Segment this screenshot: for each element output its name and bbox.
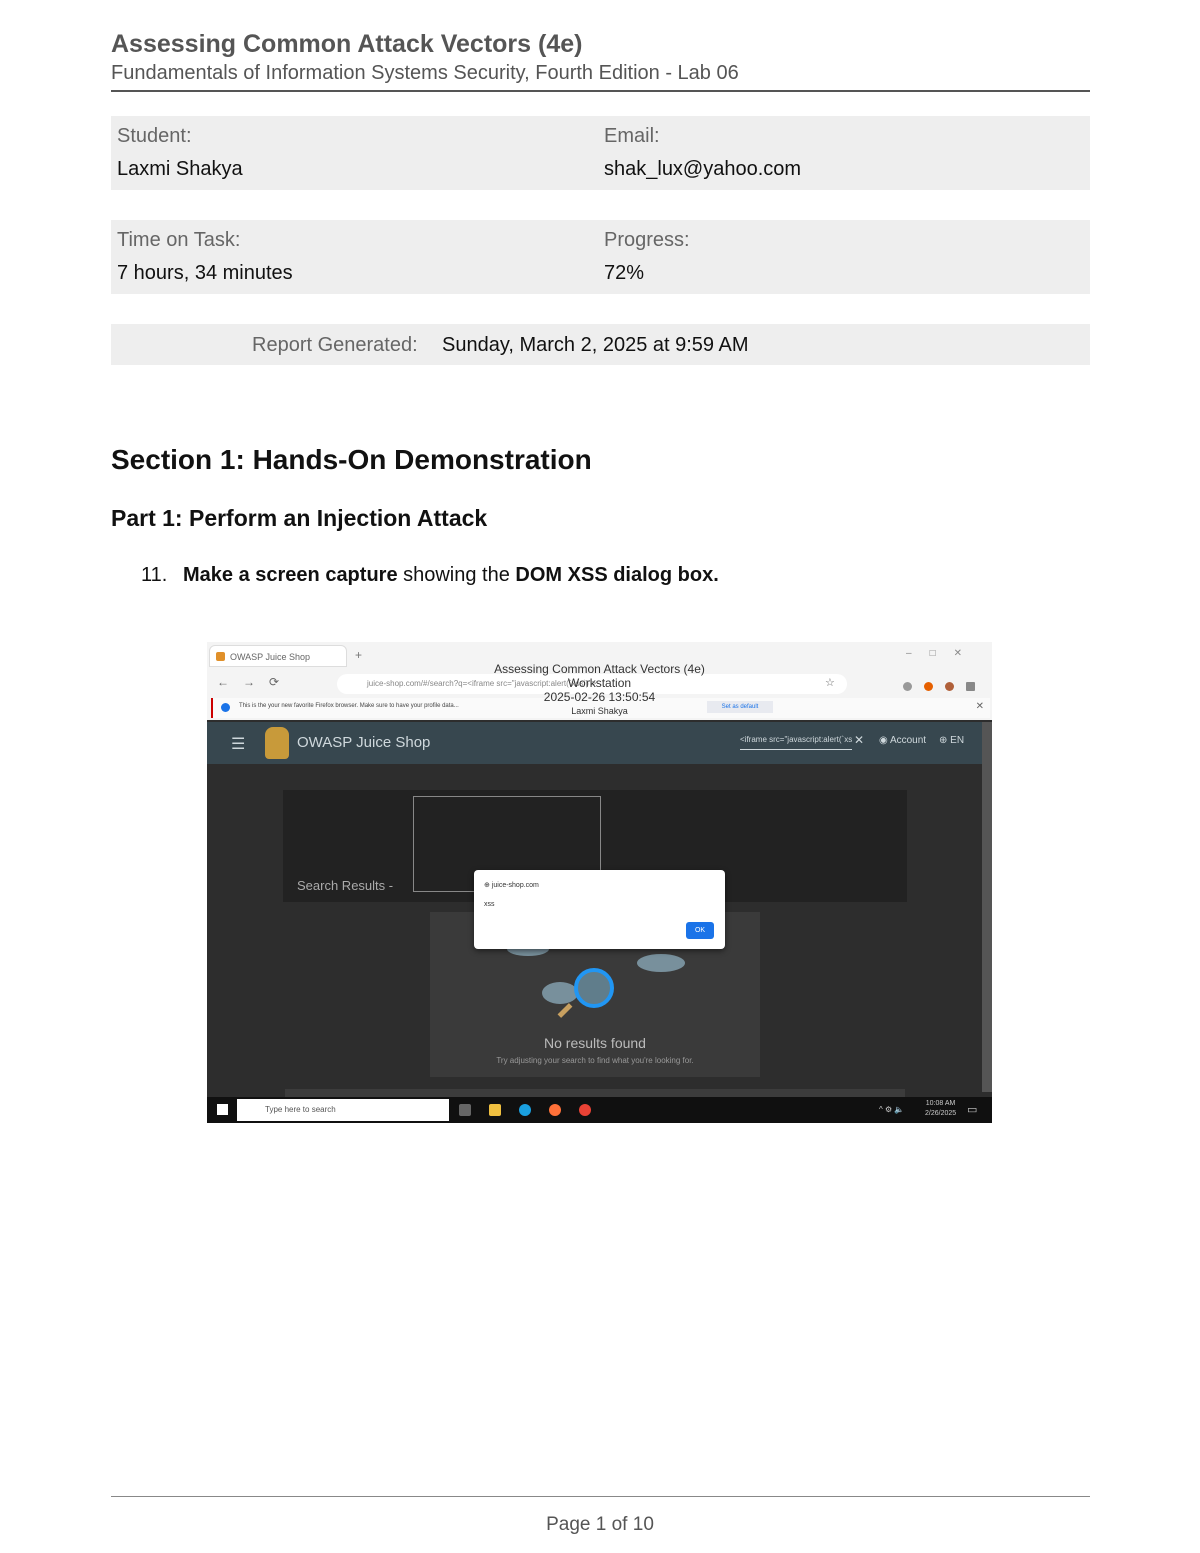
step-instruction: 11. Make a screen capture showing the DOM… [141, 564, 719, 587]
no-results-title: No results found [544, 1035, 646, 1051]
xss-alert-dialog: ⊕ juice-shop.com xss OK [474, 870, 725, 949]
juice-shop-appbar: ☰ OWASP Juice Shop <iframe src="javascri… [207, 722, 992, 764]
clear-search-icon[interactable]: ✕ [854, 733, 864, 747]
cloud-icon [542, 982, 578, 1004]
window-controls[interactable]: –□✕ [906, 648, 980, 659]
browser-chrome: OWASP Juice Shop + –□✕ ←→⟳ juice-shop.co… [207, 642, 992, 720]
watermark-line-2: Workstation [567, 676, 632, 690]
dialog-ok-button[interactable]: OK [686, 922, 714, 939]
watermark-line-1: Assessing Common Attack Vectors (4e) [494, 662, 705, 676]
new-tab-icon[interactable]: + [355, 648, 362, 662]
edge-icon[interactable] [519, 1104, 531, 1116]
step-bold-1: Make a screen capture [183, 564, 398, 586]
page-total: 10 [632, 1514, 654, 1535]
page-number: 1 [595, 1514, 607, 1535]
menu-icon[interactable]: ☰ [231, 734, 245, 754]
progress-value: 72% [604, 262, 645, 284]
juice-shop-favicon-icon [216, 652, 225, 661]
clock-date: 2/26/2025 [925, 1110, 957, 1117]
dialog-title: juice-shop.com [491, 882, 539, 889]
student-value: Laxmi Shakya [117, 158, 243, 180]
time-column: Time on Task: 7 hours, 34 minutes [117, 229, 293, 285]
dialog-message: xss [484, 901, 495, 908]
task-view-icon[interactable] [459, 1104, 471, 1116]
app-title[interactable]: OWASP Juice Shop [297, 734, 430, 751]
report-generated-box: Report Generated: Sunday, March 2, 2025 … [111, 324, 1090, 365]
notification-icon[interactable]: ▭ [967, 1103, 977, 1116]
part-heading: Part 1: Perform an Injection Attack [111, 505, 488, 531]
header-rule [111, 90, 1090, 92]
section-heading: Section 1: Hands-On Demonstration [111, 444, 592, 475]
email-label: Email: [604, 125, 660, 147]
progress-label: Progress: [604, 229, 690, 251]
page-scrollbar[interactable] [982, 722, 992, 1092]
time-label: Time on Task: [117, 229, 241, 251]
document-subtitle: Fundamentals of Information Systems Secu… [111, 62, 739, 84]
student-info-box: Student: Laxmi Shakya Email: shak_lux@ya… [111, 116, 1090, 190]
taskbar-clock[interactable]: 10:08 AM 2/26/2025 [925, 1099, 956, 1119]
browser-tab-label: OWASP Juice Shop [230, 652, 311, 662]
footer-rule [111, 1496, 1090, 1497]
taskbar-search-text: Type here to search [265, 1105, 336, 1114]
watermark-line-4: Laxmi Shakya [571, 706, 628, 716]
progress-column: Progress: 72% [604, 229, 690, 285]
windows-taskbar: Type here to search ^ ⚙ 🔈 10:08 AM 2/26/… [207, 1097, 992, 1123]
report-label: Report Generated: [252, 334, 418, 356]
progress-info-box: Time on Task: 7 hours, 34 minutes Progre… [111, 220, 1090, 294]
of-word: of [611, 1514, 628, 1535]
bottom-strip [285, 1089, 905, 1097]
language-button[interactable]: ⊕ EN [939, 735, 964, 746]
start-icon[interactable] [217, 1104, 228, 1115]
step-bold-2: DOM XSS dialog box. [515, 564, 719, 586]
account-label: Account [889, 735, 927, 746]
firefox-icon[interactable] [549, 1104, 561, 1116]
step-number: 11. [141, 564, 168, 586]
search-results-label: Search Results - [297, 878, 394, 893]
email-value: shak_lux@yahoo.com [604, 158, 802, 180]
time-value: 7 hours, 34 minutes [117, 262, 293, 284]
document-title: Assessing Common Attack Vectors (4e) [111, 30, 583, 58]
account-button[interactable]: ◉ Account [879, 735, 926, 746]
clock-time: 10:08 AM [925, 1100, 956, 1107]
language-label: EN [950, 735, 965, 746]
magnifier-icon [574, 968, 614, 1008]
watermark-line-3: 2025-02-26 13:50:54 [543, 690, 656, 704]
file-explorer-icon[interactable] [489, 1104, 501, 1116]
cloud-icon [637, 954, 685, 972]
taskbar-search-input[interactable]: Type here to search [237, 1099, 449, 1121]
student-column: Student: Laxmi Shakya [117, 125, 243, 181]
search-input[interactable]: <iframe src="javascript:alert(`xss`)"> [740, 735, 852, 750]
student-label: Student: [117, 125, 192, 147]
email-column: Email: shak_lux@yahoo.com [604, 125, 801, 181]
system-tray-icons[interactable]: ^ ⚙ 🔈 [879, 1105, 904, 1114]
dialog-origin: ⊕ juice-shop.com [484, 882, 539, 889]
screen-capture: OWASP Juice Shop + –□✕ ←→⟳ juice-shop.co… [207, 642, 992, 1123]
page-footer: Page 1 of 10 [0, 1514, 1200, 1536]
no-results-subtitle: Try adjusting your search to find what y… [496, 1056, 694, 1065]
chrome-icon[interactable] [579, 1104, 591, 1116]
step-text-1: showing the [397, 564, 516, 586]
page-word: Page [546, 1514, 591, 1535]
juice-shop-logo-icon[interactable] [265, 727, 289, 759]
report-value: Sunday, March 2, 2025 at 9:59 AM [442, 334, 749, 356]
